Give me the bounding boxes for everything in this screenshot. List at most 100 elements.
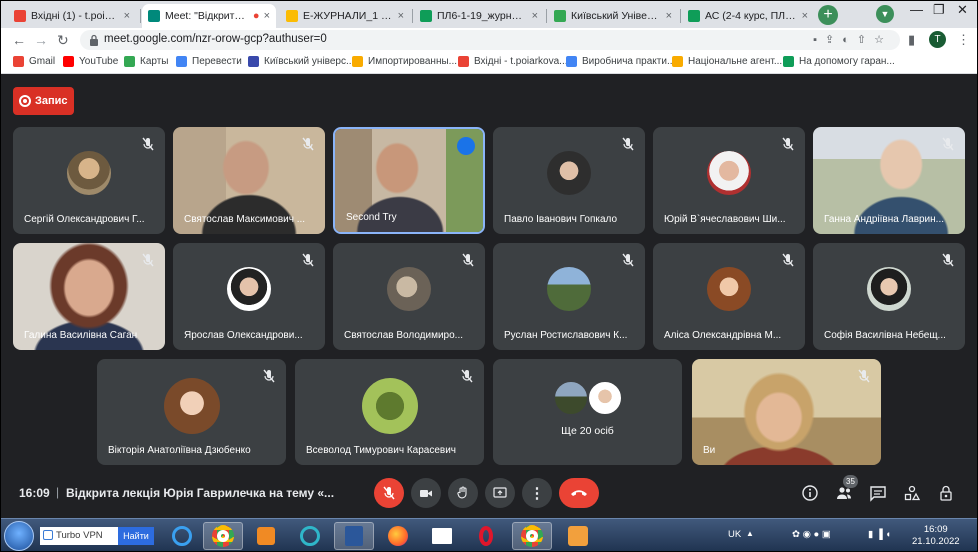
- participant-name: Софія Василівна Небещ...: [824, 330, 946, 341]
- reload-icon[interactable]: ↻: [57, 31, 69, 49]
- more-options-button[interactable]: ⋮: [522, 478, 552, 508]
- mic-off-icon: [782, 137, 794, 151]
- mic-toggle-button[interactable]: [374, 478, 404, 508]
- participant-tile[interactable]: Вікторія Анатоліївна Дзюбенко: [97, 359, 286, 465]
- side-panel-icon[interactable]: ▮: [908, 32, 915, 48]
- bookmark-youtube[interactable]: YouTube: [63, 56, 118, 67]
- present-screen-button[interactable]: [485, 478, 515, 508]
- camera-toggle-button[interactable]: [411, 478, 441, 508]
- maximize-icon[interactable]: ❐: [933, 2, 945, 18]
- forward-arrow-icon[interactable]: →: [34, 31, 48, 49]
- participant-name: Ганна Андріївна Лаврин...: [824, 214, 945, 225]
- minimize-icon[interactable]: —: [910, 2, 923, 17]
- meet-area: Запис Сергій Олександрович Г... Святосла…: [0, 74, 978, 518]
- tab-as[interactable]: АС (2-4 курс, ПЛ, денна ×: [682, 4, 814, 28]
- more-participants-tile[interactable]: Ще 20 осіб: [493, 359, 682, 465]
- media-player-icon[interactable]: [246, 522, 286, 550]
- bookmark-university[interactable]: Київський універс...: [248, 56, 354, 67]
- vpn-search-box[interactable]: Turbo VPN: [40, 527, 118, 545]
- chat-icon[interactable]: [869, 484, 887, 502]
- close-window-icon[interactable]: ✕: [957, 2, 968, 18]
- menu-kebab-icon[interactable]: ⋮: [957, 32, 970, 48]
- tab-title: Київський Університет: [571, 10, 662, 22]
- tab-title: ПЛ6-1-19_журнал_1 півріччя: [437, 10, 528, 22]
- participant-tile[interactable]: Всеволод Тимурович Карасевич: [295, 359, 484, 465]
- participant-tile[interactable]: Ганна Андріївна Лаврин...: [813, 127, 965, 234]
- chrome-logo: [212, 525, 234, 547]
- tray-app-icons[interactable]: ✿ ◉ ● ▣: [792, 529, 831, 540]
- vpn-app-icon[interactable]: [290, 522, 330, 550]
- system-clock[interactable]: 16:09 21.10.2022: [912, 524, 960, 548]
- bookmark-maps[interactable]: Карты: [124, 56, 169, 67]
- omnibox-action-icons[interactable]: ▪⇪◐⇧☆: [813, 33, 892, 46]
- host-controls-lock-icon[interactable]: [937, 484, 955, 502]
- tab-university[interactable]: Київський Університет ×: [548, 4, 678, 28]
- translate-icon: [176, 56, 187, 67]
- participant-tile[interactable]: Руслан Ростиславович К...: [493, 243, 645, 350]
- self-view-tile[interactable]: Ви: [692, 359, 881, 465]
- participant-tile[interactable]: Софія Василівна Небещ...: [813, 243, 965, 350]
- raise-hand-button[interactable]: [448, 478, 478, 508]
- bookmark-translate[interactable]: Перевести: [176, 56, 242, 67]
- more-participants-label: Ще 20 осіб: [561, 425, 614, 437]
- mic-off-icon: [302, 253, 314, 267]
- word-taskbar-icon[interactable]: [334, 522, 374, 550]
- tab-meet[interactable]: Meet: "Відкрита лекція ● ×: [142, 4, 276, 28]
- info-icon[interactable]: [801, 484, 819, 502]
- participant-tile-speaking[interactable]: Second Try: [333, 127, 485, 234]
- tab-journal[interactable]: ПЛ6-1-19_журнал_1 півріччя ×: [414, 4, 544, 28]
- firefox-icon[interactable]: [378, 522, 418, 550]
- bookmark-imported[interactable]: Импортированны...: [352, 56, 457, 67]
- windows-taskbar: Turbo VPN Найти UK ▲ ✿ ◉ ● ▣ ▮ ▐ ◖ 16:09…: [0, 518, 978, 552]
- meeting-title: Відкрита лекція Юрія Гаврилечка на тему …: [66, 486, 335, 500]
- participant-tile[interactable]: Галина Василівна Саган: [13, 243, 165, 350]
- mic-off-icon: [302, 137, 314, 151]
- bookmark-practice[interactable]: Виробнича практи...: [566, 56, 675, 67]
- bookmark-gmail[interactable]: Gmail: [13, 56, 55, 67]
- tray-system-icons[interactable]: ▮ ▐ ◖: [868, 529, 891, 540]
- close-tab-icon[interactable]: ×: [532, 10, 538, 22]
- bookmark-label: Импортированны...: [368, 56, 457, 67]
- recording-button[interactable]: Запис: [13, 87, 74, 115]
- new-tab-button[interactable]: +: [818, 5, 838, 25]
- opera-icon[interactable]: [466, 522, 506, 550]
- chrome-taskbar-icon[interactable]: [203, 522, 243, 550]
- tray-expand-icon[interactable]: ▲: [746, 529, 754, 538]
- bookmark-inbox[interactable]: Вхідні - t.poiarkova...: [458, 56, 568, 67]
- activities-icon[interactable]: [903, 484, 921, 502]
- vpn-find-button[interactable]: Найти: [118, 527, 154, 545]
- profile-avatar[interactable]: T: [929, 31, 946, 48]
- explorer-icon[interactable]: [422, 522, 462, 550]
- chrome-taskbar-icon-2[interactable]: [512, 522, 552, 550]
- bookmark-label: Карты: [140, 56, 169, 67]
- avatar: [163, 378, 220, 434]
- bookmark-agency[interactable]: Національне агент...: [672, 56, 782, 67]
- app-icon[interactable]: [558, 522, 598, 550]
- close-tab-icon[interactable]: ×: [666, 10, 672, 22]
- close-tab-icon[interactable]: ×: [398, 10, 404, 22]
- close-tab-icon[interactable]: ×: [264, 10, 270, 22]
- participant-tile[interactable]: Святослав Володимиро...: [333, 243, 485, 350]
- participant-tile[interactable]: Ярослав Олександрови...: [173, 243, 325, 350]
- start-button[interactable]: [4, 521, 34, 551]
- participant-tile[interactable]: Аліса Олександрівна М...: [653, 243, 805, 350]
- leave-call-button[interactable]: [559, 478, 599, 508]
- participant-tile[interactable]: Святослав Максимович ...: [173, 127, 325, 234]
- bookmark-label: Виробнича практи...: [582, 56, 676, 67]
- internet-explorer-icon[interactable]: [162, 522, 202, 550]
- participant-tile[interactable]: Сергій Олександрович Г...: [13, 127, 165, 234]
- language-indicator[interactable]: UK: [728, 529, 741, 540]
- close-tab-icon[interactable]: ×: [802, 10, 808, 22]
- close-tab-icon[interactable]: ×: [124, 10, 130, 22]
- folder-icon: [672, 56, 683, 67]
- tab-gmail[interactable]: Вхідні (1) - t.poiarkova ×: [8, 4, 136, 28]
- back-arrow-icon[interactable]: ←: [12, 31, 26, 49]
- tab-title: АС (2-4 курс, ПЛ, денна: [705, 10, 798, 22]
- bookmark-help[interactable]: На допомогу гаран...: [783, 56, 895, 67]
- address-bar[interactable]: meet.google.com/nzr-orow-gcp?authuser=0 …: [80, 30, 900, 50]
- tab-search-chevron-icon[interactable]: ▼: [876, 5, 894, 23]
- participant-tile[interactable]: Юрій В`ячеславович Ши...: [653, 127, 805, 234]
- participant-tile[interactable]: Павло Іванович Гопкало: [493, 127, 645, 234]
- tab-ejournals[interactable]: Е-ЖУРНАЛИ_1 півріччя ×: [280, 4, 410, 28]
- word-logo: [345, 526, 363, 546]
